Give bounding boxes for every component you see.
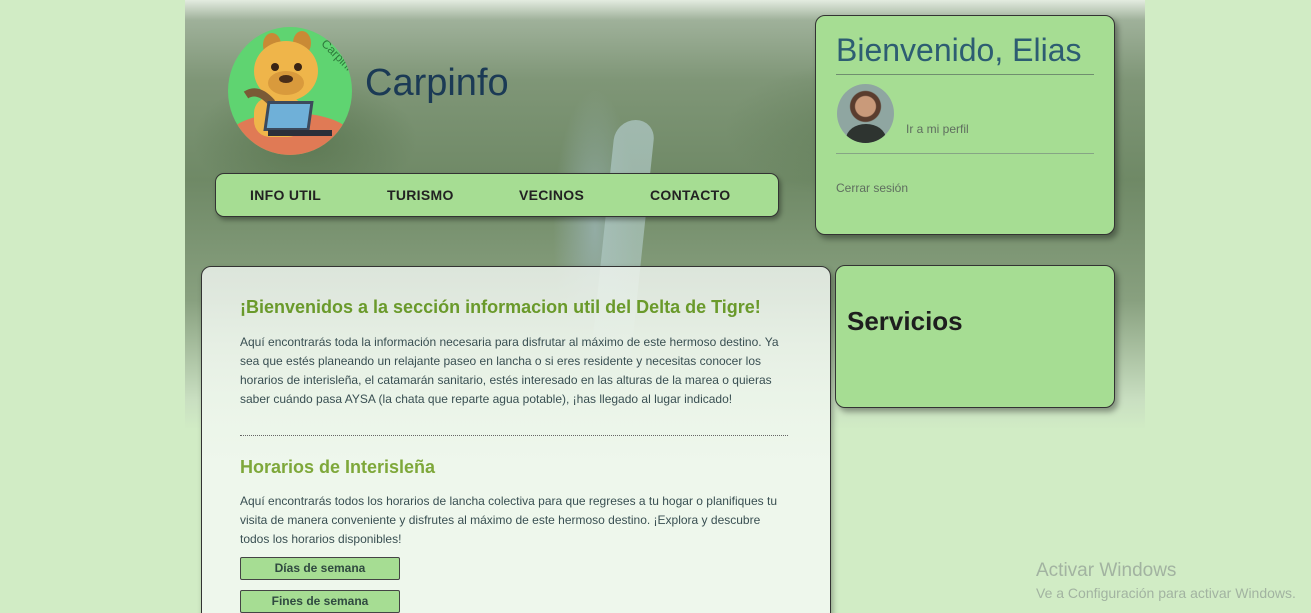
intro-paragraph: Aquí encontrarás toda la información nec…	[240, 335, 779, 406]
welcome-greeting: Bienvenido, Elias	[836, 32, 1082, 68]
capybara-logo-icon[interactable]: Carpinfo	[228, 27, 352, 155]
services-title[interactable]: Servicios	[847, 306, 963, 337]
weekdays-button[interactable]: Días de semana	[240, 557, 400, 580]
main-content-panel: ¡Bienvenidos a la sección informacion ut…	[201, 266, 831, 613]
page-title: ¡Bienvenidos a la sección informacion ut…	[240, 297, 761, 317]
site-title[interactable]: Carpinfo	[365, 62, 509, 105]
windows-activation-watermark: Activar Windows	[1036, 560, 1177, 581]
main-navigation: INFO UTIL TURISMO VECINOS CONTACTO	[215, 173, 779, 217]
nav-item-info-util[interactable]: INFO UTIL	[250, 187, 321, 203]
user-panel: Bienvenido, Elias Ir a mi perfil Cerrar …	[815, 15, 1115, 235]
avatar[interactable]	[837, 84, 894, 143]
section-title-interislena: Horarios de Interisleña	[240, 457, 436, 477]
nav-item-turismo[interactable]: TURISMO	[387, 187, 454, 203]
windows-activation-hint: Ve a Configuración para activar Windows.	[1036, 585, 1296, 601]
divider	[836, 74, 1094, 75]
section-paragraph: Aquí encontrarás todos los horarios de l…	[240, 494, 777, 546]
profile-link[interactable]: Ir a mi perfil	[906, 122, 969, 136]
weekends-button[interactable]: Fines de semana	[240, 590, 400, 613]
nav-item-vecinos[interactable]: VECINOS	[519, 187, 584, 203]
nav-item-contacto[interactable]: CONTACTO	[650, 187, 730, 203]
section-divider	[240, 435, 788, 436]
divider	[836, 153, 1094, 154]
page-container: Carpinfo Carpinfo INFO UTIL TURISMO VECI…	[185, 0, 1145, 613]
logout-link[interactable]: Cerrar sesión	[836, 181, 908, 195]
services-panel: Servicios	[835, 265, 1115, 408]
